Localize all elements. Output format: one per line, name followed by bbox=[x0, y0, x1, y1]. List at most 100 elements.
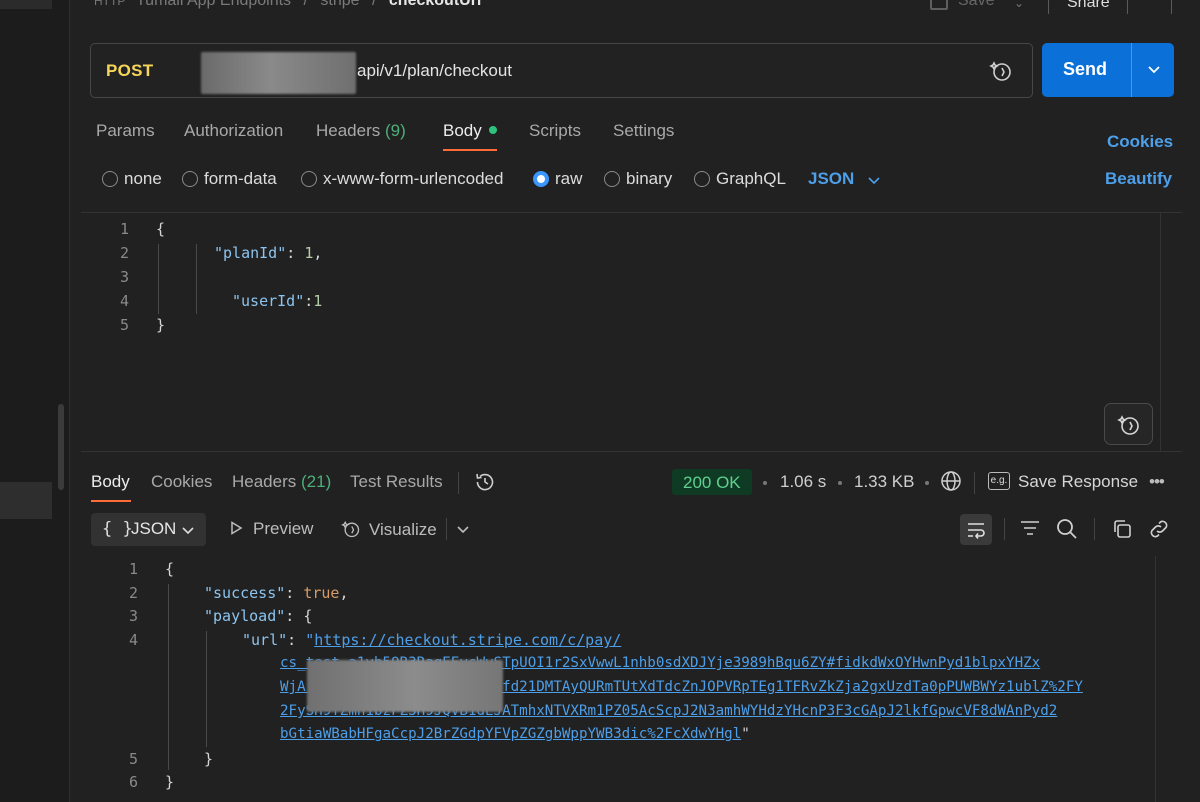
code-brace: } bbox=[156, 316, 166, 334]
url-bar[interactable]: POST api/v1/plan/checkout bbox=[90, 43, 1033, 98]
visualize-icon bbox=[341, 520, 360, 538]
body-type-form-data[interactable]: form-data bbox=[182, 169, 277, 189]
divider bbox=[446, 518, 447, 540]
tab-settings[interactable]: Settings bbox=[613, 121, 674, 141]
more-options-icon[interactable]: ••• bbox=[1149, 472, 1165, 492]
chevron-down-icon bbox=[182, 527, 194, 535]
preview-button[interactable]: Preview bbox=[229, 519, 313, 539]
editor-scrollbar[interactable] bbox=[1160, 212, 1161, 452]
body-type-none[interactable]: none bbox=[102, 169, 162, 189]
method-selector[interactable]: POST bbox=[106, 61, 154, 81]
response-size[interactable]: 1.33 KB bbox=[854, 472, 915, 492]
save-menu-chevron-icon[interactable]: ⌄ bbox=[1014, 0, 1024, 10]
body-type-binary[interactable]: binary bbox=[604, 169, 672, 189]
sidebar-selected-item[interactable] bbox=[0, 482, 52, 519]
line-number: 1 bbox=[128, 560, 138, 578]
indent-guide bbox=[206, 631, 207, 747]
save-button[interactable]: Save bbox=[958, 0, 994, 10]
response-format-select[interactable]: { } JSON bbox=[91, 513, 206, 546]
search-icon[interactable] bbox=[1055, 517, 1079, 541]
response-tab-test-results[interactable]: Test Results bbox=[350, 472, 443, 492]
code-line: "userId":1 bbox=[232, 292, 323, 310]
cookies-link[interactable]: Cookies bbox=[1107, 132, 1173, 152]
line-number: 4 bbox=[119, 292, 129, 310]
response-tab-headers[interactable]: Headers (21) bbox=[232, 472, 331, 492]
send-label: Send bbox=[1063, 59, 1108, 79]
breadcrumb-request[interactable]: checkoutUrl bbox=[389, 0, 481, 9]
tab-authorization[interactable]: Authorization bbox=[184, 121, 283, 141]
indent-guide bbox=[168, 584, 169, 770]
checkout-url-link[interactable]: https://checkout.stripe.com/c/pay/ bbox=[314, 631, 621, 649]
code-line: "payload": { bbox=[204, 607, 313, 625]
filter-icon[interactable] bbox=[1019, 518, 1041, 540]
wrap-lines-button[interactable] bbox=[960, 514, 992, 545]
headers-count: (21) bbox=[301, 472, 332, 491]
ai-assist-button[interactable] bbox=[1104, 403, 1153, 445]
divider bbox=[1004, 518, 1005, 540]
radio-icon bbox=[694, 171, 710, 187]
visualize-button[interactable]: Visualize bbox=[341, 519, 437, 540]
line-number: 4 bbox=[128, 631, 138, 649]
line-number: 3 bbox=[119, 268, 129, 286]
response-time[interactable]: 1.06 s bbox=[780, 472, 826, 492]
radio-selected-icon bbox=[533, 171, 549, 187]
send-options-chevron-icon[interactable] bbox=[1145, 60, 1163, 78]
radio-icon bbox=[102, 171, 118, 187]
beautify-button[interactable]: Beautify bbox=[1105, 169, 1172, 189]
tab-params[interactable]: Params bbox=[96, 121, 155, 141]
breadcrumb: Tumali App Endpoints / stripe / checkout… bbox=[136, 0, 481, 10]
redacted-host bbox=[201, 52, 356, 94]
wrap-icon bbox=[968, 523, 985, 539]
status-badge[interactable]: 200 OK bbox=[672, 469, 752, 495]
indent-guide bbox=[196, 244, 197, 314]
chevron-down-icon[interactable] bbox=[455, 521, 471, 537]
tab-body[interactable]: Body bbox=[443, 121, 497, 141]
send-button[interactable]: Send bbox=[1042, 43, 1174, 97]
play-icon bbox=[231, 521, 243, 535]
braces-icon: { } bbox=[102, 519, 133, 539]
sidebar-scrollbar[interactable] bbox=[58, 404, 64, 490]
breadcrumb-collection[interactable]: Tumali App Endpoints bbox=[136, 0, 291, 9]
sidebar-top-item[interactable] bbox=[0, 0, 52, 9]
chevron-down-icon[interactable] bbox=[866, 172, 882, 188]
code-line: "url": "https://checkout.stripe.com/c/pa… bbox=[242, 631, 622, 649]
url-input[interactable]: api/v1/plan/checkout bbox=[357, 61, 512, 81]
share-label: Share bbox=[1067, 0, 1110, 11]
tab-headers[interactable]: Headers (9) bbox=[316, 121, 406, 141]
link-icon[interactable] bbox=[1147, 517, 1171, 541]
save-response-button[interactable]: Save Response bbox=[1018, 472, 1138, 492]
body-language-select[interactable]: JSON bbox=[808, 169, 854, 189]
response-tab-cookies[interactable]: Cookies bbox=[151, 472, 212, 492]
radio-icon bbox=[604, 171, 620, 187]
radio-icon bbox=[301, 171, 317, 187]
line-number: 2 bbox=[128, 584, 138, 602]
radio-icon bbox=[182, 171, 198, 187]
code-line: "success": true, bbox=[204, 584, 349, 602]
checkout-url-link[interactable]: bGtiaWBabHFgaCcpJ2BrZGdpYFVpZGZgbWppYWB3… bbox=[280, 726, 741, 742]
http-icon: HTTP bbox=[94, 0, 126, 8]
line-number: 2 bbox=[119, 244, 129, 262]
save-icon[interactable] bbox=[930, 0, 948, 10]
response-tab-body[interactable]: Body bbox=[91, 472, 130, 492]
ai-assist-icon[interactable] bbox=[989, 59, 1013, 83]
code-brace: } bbox=[204, 750, 214, 768]
line-number: 5 bbox=[128, 750, 138, 768]
ai-assist-icon bbox=[1117, 415, 1139, 435]
divider bbox=[458, 472, 459, 494]
share-button[interactable]: Share bbox=[1048, 0, 1172, 14]
top-bar: HTTP Tumali App Endpoints / stripe / che… bbox=[70, 0, 1200, 14]
code-brace: { bbox=[165, 560, 175, 578]
code-line: "planId": 1, bbox=[214, 244, 323, 262]
body-type-raw[interactable]: raw bbox=[533, 169, 582, 189]
copy-icon[interactable] bbox=[1111, 518, 1133, 540]
globe-icon[interactable] bbox=[940, 470, 962, 492]
headers-count: (9) bbox=[385, 121, 406, 140]
body-type-urlencoded[interactable]: x-www-form-urlencoded bbox=[301, 169, 503, 189]
active-tab-indicator bbox=[443, 149, 497, 151]
history-icon[interactable] bbox=[474, 471, 496, 493]
tab-scripts[interactable]: Scripts bbox=[529, 121, 581, 141]
example-icon: e.g. bbox=[988, 472, 1010, 490]
breadcrumb-folder[interactable]: stripe bbox=[320, 0, 359, 9]
body-type-graphql[interactable]: GraphQL bbox=[694, 169, 786, 189]
response-scrollbar[interactable] bbox=[1155, 556, 1156, 802]
